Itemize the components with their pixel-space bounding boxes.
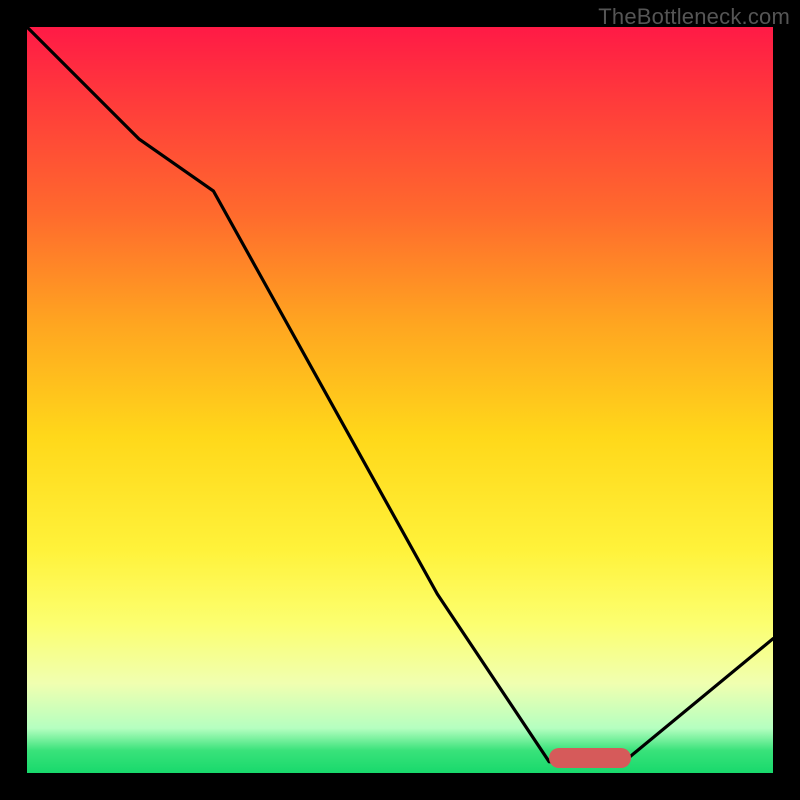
plot-area bbox=[27, 27, 773, 773]
chart-canvas: TheBottleneck.com bbox=[0, 0, 800, 800]
optimal-range-marker bbox=[549, 748, 631, 768]
bottleneck-curve bbox=[27, 27, 773, 762]
curve-layer bbox=[27, 27, 773, 773]
